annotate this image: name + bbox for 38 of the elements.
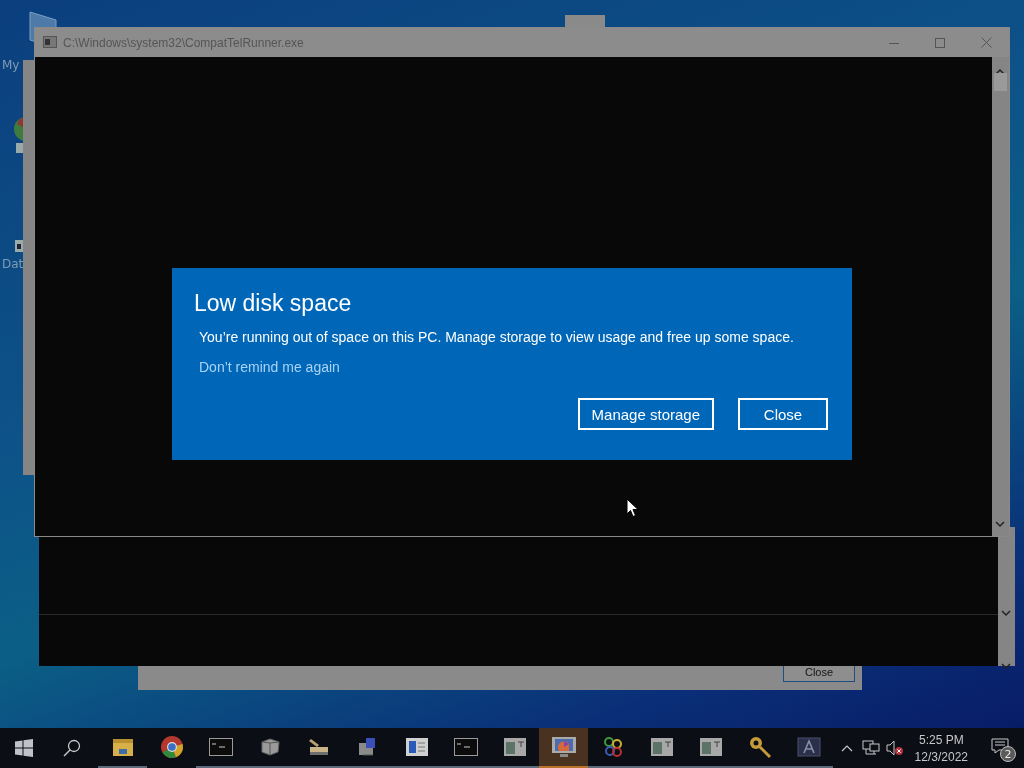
console-icon[interactable] [453, 738, 478, 756]
window-icon[interactable] [698, 737, 723, 757]
network-icon[interactable] [861, 740, 880, 756]
volume-muted-icon[interactable] [885, 740, 904, 756]
notification-count: 2 [1000, 746, 1016, 762]
scroll-up-icon[interactable] [995, 68, 1005, 76]
scroll-down-icon[interactable] [1001, 609, 1011, 617]
folder-icon[interactable] [111, 737, 134, 757]
clock-time[interactable]: 5:25 PM [918, 732, 964, 747]
desktop-icon-label[interactable]: My [2, 58, 20, 72]
pointer-cursor-icon [626, 498, 639, 518]
close-button[interactable]: Close [738, 398, 828, 430]
form-window-icon[interactable] [404, 737, 429, 757]
taskbar-button[interactable] [539, 728, 588, 768]
chevron-up-icon[interactable] [840, 744, 853, 752]
scroll-down-icon[interactable] [995, 520, 1005, 528]
desktop-icon-label[interactable]: Dat [2, 257, 24, 271]
file-shortcut-icon [14, 239, 24, 253]
scrollbar[interactable] [998, 527, 1015, 666]
clock-date[interactable]: 12/3/2022 [914, 749, 968, 764]
font-icon[interactable] [796, 737, 821, 757]
dismiss-link[interactable]: Don’t remind me again [199, 359, 340, 375]
console-icon [43, 36, 57, 48]
key-icon[interactable] [747, 735, 772, 759]
dialog-message: You’re running out of space on this PC. Manage storage to view usage and free up some space. [199, 329, 795, 345]
scrollbar-thumb[interactable] [994, 73, 1007, 91]
search-icon[interactable] [63, 739, 81, 757]
start-icon[interactable] [15, 739, 33, 757]
scrollbar[interactable] [992, 57, 1009, 536]
dice-icon[interactable] [258, 738, 281, 756]
console-icon[interactable] [208, 738, 233, 756]
scroll-down-icon[interactable] [1001, 662, 1011, 670]
window-icon[interactable] [502, 737, 527, 757]
dialog-title: Low disk space [194, 290, 353, 317]
chrome-icon[interactable] [159, 735, 184, 759]
window-icon[interactable] [649, 737, 674, 757]
monitor-icon[interactable] [550, 736, 577, 758]
manage-storage-button[interactable]: Manage storage [577, 398, 714, 430]
